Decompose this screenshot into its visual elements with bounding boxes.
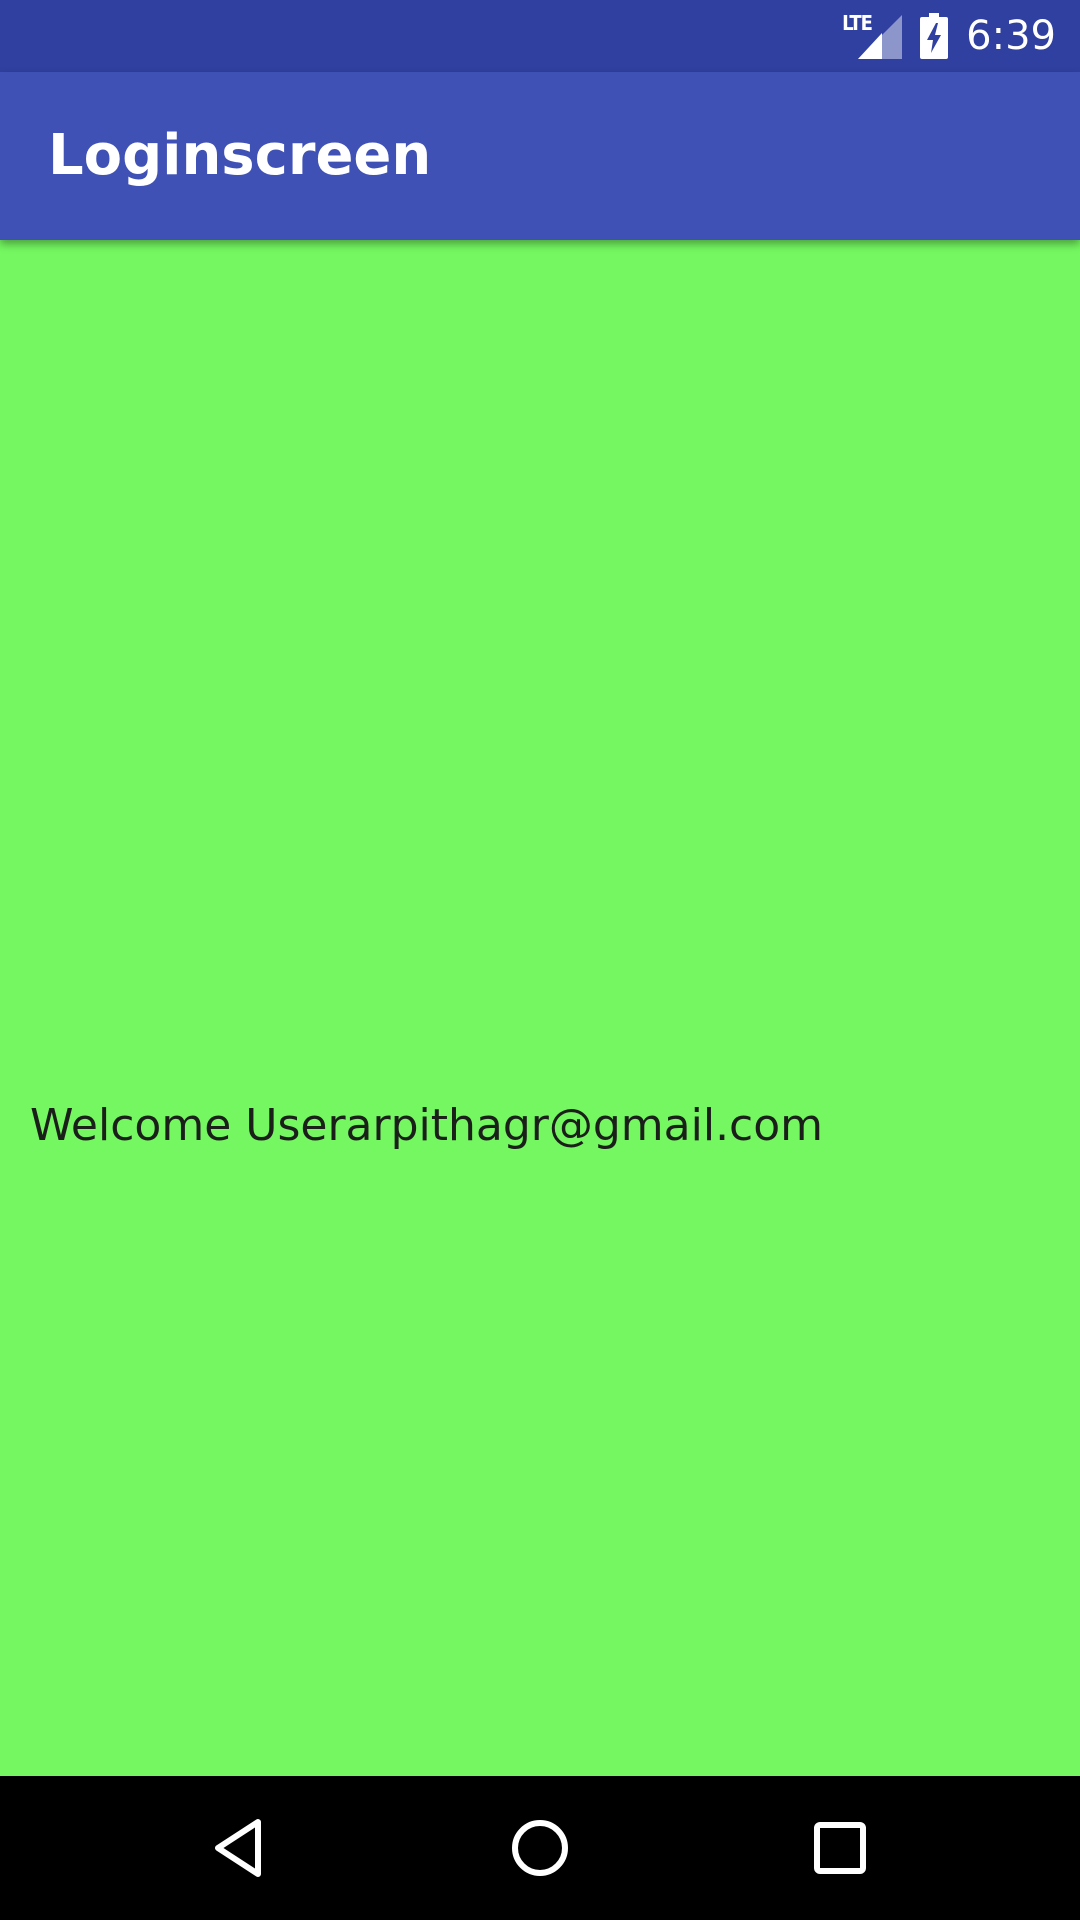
main-content: Welcome Userarpithagr@gmail.com [0,240,1080,1776]
welcome-message: Welcome Userarpithagr@gmail.com [30,1100,824,1151]
navigation-bar [0,1776,1080,1920]
back-icon [215,1819,261,1877]
home-button[interactable] [450,1776,630,1920]
status-time: 6:39 [966,13,1056,59]
network-indicator: LTE [842,13,903,59]
app-title: Loginscreen [48,123,432,188]
recents-icon [814,1822,866,1874]
back-button[interactable] [150,1776,330,1920]
status-bar: LTE 6:39 [0,0,1080,72]
status-icons: LTE 6:39 [842,0,1056,72]
app-bar: Loginscreen [0,72,1080,240]
cellular-signal-icon [858,15,903,59]
battery-charging-icon [920,13,949,59]
screen: LTE 6:39 Loginscreen Welcome Userarpitha… [0,0,1080,1920]
home-icon [512,1820,568,1876]
recents-button[interactable] [750,1776,930,1920]
